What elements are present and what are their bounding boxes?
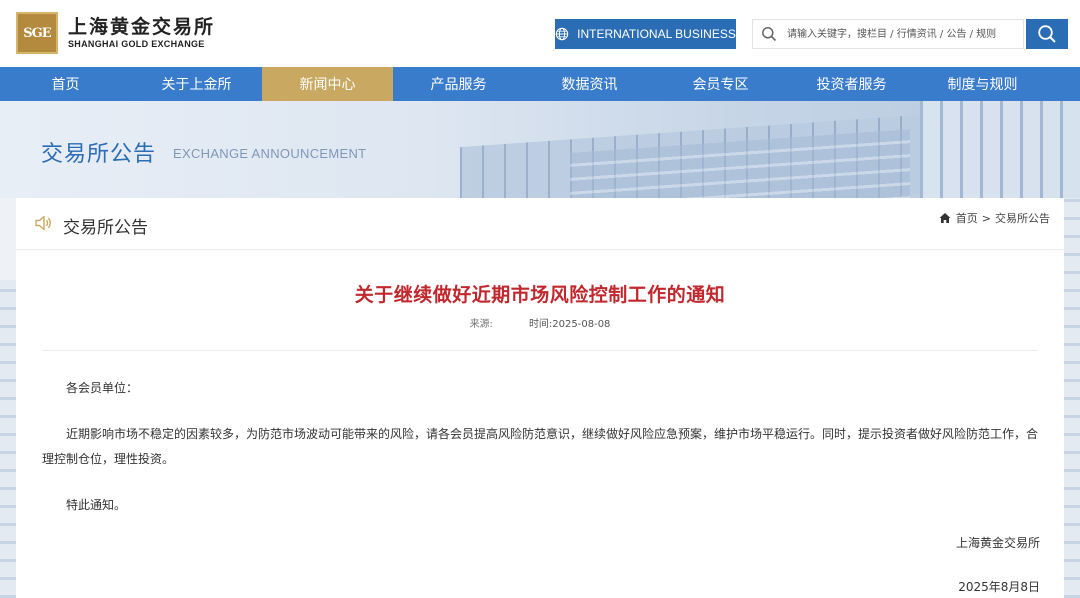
logo-text: 上海黄金交易所 SHANGHAI GOLD EXCHANGE: [68, 16, 215, 50]
logo-chinese-name: 上海黄金交易所: [68, 16, 216, 38]
search-icon: [762, 27, 777, 42]
breadcrumb-separator: >: [981, 211, 991, 225]
sge-logo-icon: SGE: [16, 12, 58, 54]
search-box: [752, 19, 1024, 49]
page-banner: 交易所公告 EXCHANGE ANNOUNCEMENT: [0, 101, 1080, 198]
nav-item-data[interactable]: 数据资讯: [524, 67, 655, 101]
article-meta: 来源: 时间:2025-08-08: [16, 315, 1064, 330]
card-header: 交易所公告 首页 > 交易所公告: [16, 198, 1064, 250]
nav-item-news[interactable]: 新闻中心: [262, 67, 393, 101]
breadcrumb-current[interactable]: 交易所公告: [995, 210, 1050, 226]
nav-item-home[interactable]: 首页: [0, 67, 131, 101]
article-source: 来源:: [469, 319, 493, 330]
banner-title: 交易所公告: [41, 142, 157, 167]
nav-item-investors[interactable]: 投资者服务: [786, 67, 917, 101]
article-time: 时间:2025-08-08: [528, 319, 611, 330]
article-date: 2025年8月8日: [958, 580, 1040, 594]
article-greeting: 各会员单位：: [66, 381, 139, 395]
logo-english-name: SHANGHAI GOLD EXCHANGE: [68, 39, 205, 49]
article-title: 关于继续做好近期市场风险控制工作的通知: [354, 284, 726, 306]
side-decoration-right: [1064, 198, 1080, 598]
search-button[interactable]: [1026, 19, 1068, 49]
breadcrumb: 首页 > 交易所公告: [939, 210, 1050, 226]
nav-item-members[interactable]: 会员专区: [655, 67, 786, 101]
nav-item-products[interactable]: 产品服务: [393, 67, 524, 101]
article-paragraph: 近期影响市场不稳定的因素较多，为防范市场波动可能带来的风险，请各会员提高风险防范…: [42, 427, 1039, 466]
nav-item-about[interactable]: 关于上金所: [131, 67, 262, 101]
article-body: 各会员单位： 近期影响市场不稳定的因素较多，为防范市场波动可能带来的风险，请各会…: [42, 376, 1038, 539]
nav-item-rules[interactable]: 制度与规则: [917, 67, 1048, 101]
article-closing: 特此通知。: [66, 498, 127, 512]
international-business-label: INTERNATIONAL BUSINESS: [577, 27, 736, 41]
breadcrumb-home[interactable]: 首页: [956, 210, 978, 226]
site-logo[interactable]: SGE 上海黄金交易所 SHANGHAI GOLD EXCHANGE: [16, 12, 215, 54]
side-decoration-left: [0, 280, 16, 598]
announcement-card: 交易所公告 首页 > 交易所公告 关于继续做好近期市场风险控制工作的通知 来源:…: [16, 198, 1064, 598]
building-decoration: [920, 101, 1080, 198]
article-signature: 上海黄金交易所: [955, 536, 1040, 550]
main-navigation: 首页 关于上金所 新闻中心 产品服务 数据资讯 会员专区 投资者服务 制度与规则: [0, 67, 1080, 101]
home-icon: [939, 213, 951, 223]
globe-icon: [555, 27, 569, 41]
divider: [42, 350, 1038, 351]
search-input[interactable]: [787, 20, 1017, 48]
search-icon: [1038, 25, 1056, 43]
international-business-button[interactable]: INTERNATIONAL BUSINESS: [555, 19, 736, 49]
site-header: SGE 上海黄金交易所 SHANGHAI GOLD EXCHANGE INTER…: [0, 0, 1080, 67]
banner-subtitle: EXCHANGE ANNOUNCEMENT: [173, 146, 367, 161]
speaker-icon: [35, 215, 51, 231]
section-title: 交易所公告: [63, 218, 148, 238]
